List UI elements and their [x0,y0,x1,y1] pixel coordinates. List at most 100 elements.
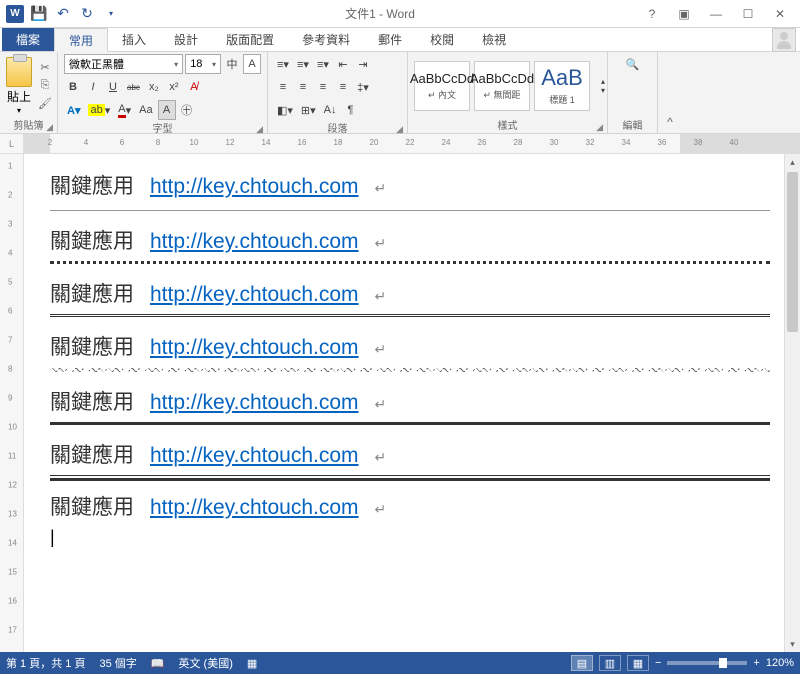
vertical-scrollbar[interactable]: ▴ ▾ [784,154,800,652]
tab-file[interactable]: 檔案 [2,28,54,51]
document-line[interactable]: 關鍵應用http://key.chtouch.com↵ [50,439,770,469]
increase-indent-button[interactable]: ⇥ [354,54,372,74]
justify-button[interactable]: ≡ [334,77,352,97]
zoom-in-button[interactable]: + [753,657,759,669]
subscript-button[interactable]: x₂ [145,77,163,97]
font-size-combo[interactable]: 18▾ [185,54,221,74]
maximize-button[interactable]: ☐ [734,4,762,24]
group-styles-label: 樣式 [498,121,518,132]
paste-button[interactable]: 貼上 ▾ [6,57,32,115]
tab-review[interactable]: 校閱 [416,28,468,51]
bold-button[interactable]: B [64,77,82,97]
doc-hyperlink[interactable]: http://key.chtouch.com [150,444,359,468]
scroll-up-button[interactable]: ▴ [785,154,800,170]
multilevel-button[interactable]: ≡▾ [314,54,332,74]
zoom-slider[interactable] [667,661,747,665]
align-right-button[interactable]: ≡ [314,77,332,97]
text-cursor: | [50,527,770,548]
decrease-indent-button[interactable]: ⇤ [334,54,352,74]
document-line[interactable]: 關鍵應用http://key.chtouch.com↵ [50,491,770,521]
find-button[interactable]: 🔍 [623,54,643,74]
underline-button[interactable]: U [104,77,122,97]
vertical-ruler[interactable]: 1234567891011121314151617 [0,154,24,652]
style-heading1[interactable]: AaB 標題 1 [534,61,590,111]
status-proofing-icon[interactable]: 📖 [151,657,165,670]
align-left-button[interactable]: ≡ [274,77,292,97]
italic-button[interactable]: I [84,77,102,97]
redo-button[interactable]: ↻ [76,3,98,25]
doc-hyperlink[interactable]: http://key.chtouch.com [150,496,359,520]
zoom-level[interactable]: 120% [766,657,794,669]
font-name-combo[interactable]: 微軟正黑體▾ [64,54,183,74]
horizontal-ruler[interactable]: L 246810121416182022242628303234363840 [0,134,800,154]
document-line[interactable]: 關鍵應用http://key.chtouch.com↵ [50,170,770,200]
group-clipboard-label: 剪貼簿 [14,121,44,132]
tab-design[interactable]: 設計 [160,28,212,51]
show-marks-button[interactable]: ¶ [342,100,360,120]
borders-button[interactable]: ⊞▾ [298,100,319,120]
view-read-mode[interactable]: ▥ [599,655,621,671]
view-web-layout[interactable]: ▦ [627,655,649,671]
account-avatar[interactable] [772,28,796,52]
tab-layout[interactable]: 版面配置 [212,28,288,51]
clipboard-launcher[interactable]: ◢ [46,122,53,133]
phonetic-guide-button[interactable]: 中 [223,54,241,74]
style-normal[interactable]: AaBbCcDd ↵ 內文 [414,61,470,111]
view-print-layout[interactable]: ▤ [571,655,593,671]
cut-button[interactable]: ✂ [36,60,54,76]
ribbon-options-button[interactable]: ▣ [670,4,698,24]
undo-button[interactable]: ↶ [52,3,74,25]
tab-mailings[interactable]: 郵件 [364,28,416,51]
sort-button[interactable]: A↓ [321,100,340,120]
bullets-button[interactable]: ≡▾ [274,54,292,74]
document-line[interactable]: 關鍵應用http://key.chtouch.com↵ [50,331,770,361]
save-button[interactable]: 💾 [28,3,50,25]
text-effects-button[interactable]: A▾ [64,100,83,120]
char-shading-button[interactable]: A [158,100,176,120]
status-macro-icon[interactable]: ▦ [247,657,257,670]
status-page[interactable]: 第 1 頁，共 1 頁 [6,655,85,671]
align-center-button[interactable]: ≡ [294,77,312,97]
doc-hyperlink[interactable]: http://key.chtouch.com [150,283,359,307]
status-wordcount[interactable]: 35 個字 [99,655,136,671]
collapse-ribbon-button[interactable]: ^ [658,52,682,133]
format-painter-button[interactable]: 🖌 [36,96,54,112]
numbering-button[interactable]: ≡▾ [294,54,312,74]
tab-insert[interactable]: 插入 [108,28,160,51]
scroll-thumb[interactable] [787,172,798,332]
zoom-out-button[interactable]: − [655,657,661,669]
doc-label: 關鍵應用 [50,491,134,521]
style-no-spacing[interactable]: AaBbCcDd ↵ 無間距 [474,61,530,111]
zoom-handle[interactable] [719,658,727,668]
superscript-button[interactable]: x² [165,77,183,97]
doc-hyperlink[interactable]: http://key.chtouch.com [150,391,359,415]
strikethrough-button[interactable]: abc [124,77,143,97]
copy-button[interactable]: ⎘ [36,78,54,94]
status-language[interactable]: 英文 (美國) [178,655,232,671]
document-page[interactable]: 關鍵應用http://key.chtouch.com↵關鍵應用http://ke… [24,154,784,652]
doc-hyperlink[interactable]: http://key.chtouch.com [150,175,359,199]
highlight-button[interactable]: ab▾ [85,100,113,120]
document-line[interactable]: 關鍵應用http://key.chtouch.com↵ [50,225,770,255]
line-spacing-button[interactable]: ‡▾ [354,77,372,97]
change-case-button[interactable]: Aa [136,100,155,120]
minimize-button[interactable]: — [702,4,730,24]
tab-home[interactable]: 常用 [54,28,108,52]
doc-hyperlink[interactable]: http://key.chtouch.com [150,230,359,254]
font-color-button[interactable]: A▾ [115,100,134,120]
shading-button[interactable]: ◧▾ [274,100,296,120]
help-button[interactable]: ? [638,4,666,24]
doc-hyperlink[interactable]: http://key.chtouch.com [150,336,359,360]
style-name: ↵ 內文 [428,88,456,101]
tab-references[interactable]: 參考資料 [288,28,364,51]
enclose-char-button[interactable]: ㊉ [178,100,196,120]
scroll-down-button[interactable]: ▾ [785,636,800,652]
tab-view[interactable]: 檢視 [468,28,520,51]
clear-format-button[interactable]: A̸ [185,77,203,97]
close-button[interactable]: ✕ [766,4,794,24]
qat-customize[interactable]: ▾ [100,3,122,25]
document-line[interactable]: 關鍵應用http://key.chtouch.com↵ [50,386,770,416]
char-border-button[interactable]: A [243,54,261,74]
styles-launcher[interactable]: ◢ [596,122,603,133]
document-line[interactable]: 關鍵應用http://key.chtouch.com↵ [50,278,770,308]
